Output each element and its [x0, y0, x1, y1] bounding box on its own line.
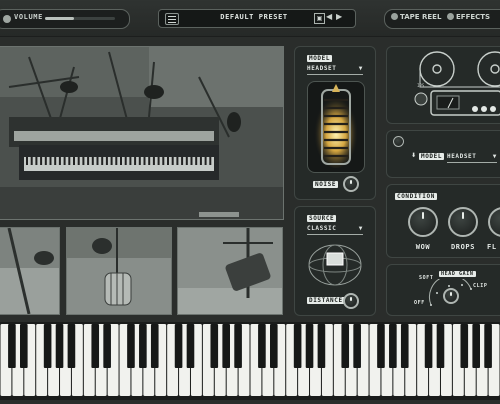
black-key[interactable] [341, 324, 350, 368]
microphone-display [307, 81, 365, 173]
black-key[interactable] [484, 324, 492, 368]
black-key[interactable] [8, 324, 16, 368]
tab-tape-reel[interactable]: TAPE REEL [391, 13, 441, 21]
black-key[interactable] [222, 324, 230, 368]
tape-machine-icon: IPS [414, 51, 500, 116]
black-key[interactable] [472, 324, 480, 368]
room-sphere-icon [308, 244, 362, 286]
black-key[interactable] [389, 324, 397, 368]
off-label: OFF [414, 300, 425, 306]
head-gain-knob[interactable] [443, 288, 459, 304]
source-dropdown[interactable]: CLASSIC ▼ [307, 225, 363, 235]
black-key[interactable] [55, 324, 64, 368]
gain-panel: SOFT HEAD GAIN CLIP OFF [386, 264, 500, 316]
tape-machine-panel: IPS [386, 46, 500, 124]
black-key[interactable] [139, 324, 147, 368]
piano-keyboard[interactable] [0, 322, 500, 400]
head-gain-label: HEAD GAIN [439, 271, 476, 277]
black-key[interactable] [424, 324, 433, 368]
wow-knob[interactable] [408, 207, 438, 237]
studio-video-main [0, 46, 284, 220]
model-dropdown-value: HEADSET [307, 65, 337, 72]
preset-name[interactable]: DEFAULT PRESET [199, 13, 309, 21]
black-key[interactable] [91, 324, 100, 368]
studio-video-thumb-2[interactable] [66, 227, 172, 315]
noise-knob[interactable] [343, 176, 359, 192]
flutter-label: FL [487, 243, 497, 251]
source-caption: SOURCE [307, 215, 337, 222]
save-icon[interactable]: ▣ [314, 13, 325, 24]
black-key[interactable] [400, 324, 409, 368]
menu-icon[interactable] [165, 13, 179, 25]
studio-video-thumb-1[interactable] [0, 227, 60, 315]
tape-model-panel: ⬇ MODEL HEADSET ▼ [386, 130, 500, 178]
black-key[interactable] [317, 324, 326, 368]
top-bar: VOLUME DEFAULT PRESET ▣ ◀ ▶ TAPE REEL EF… [0, 0, 500, 37]
condition-panel: CONDITION WOW DROPS FL [386, 184, 500, 258]
view-tabs: TAPE REEL EFFECTS [384, 9, 500, 29]
source-dropdown-value: CLASSIC [307, 225, 337, 232]
black-key[interactable] [234, 324, 242, 368]
black-key[interactable] [43, 324, 52, 368]
tab-tape-reel-label: TAPE REEL [400, 13, 442, 21]
black-key[interactable] [67, 324, 76, 368]
chevron-down-icon: ▼ [358, 225, 363, 232]
tape-reel-icon [391, 13, 398, 20]
black-key[interactable] [103, 324, 111, 368]
black-key[interactable] [460, 324, 469, 368]
svg-text:IPS: IPS [417, 83, 425, 88]
black-key[interactable] [377, 324, 385, 368]
black-key[interactable] [210, 324, 219, 368]
preset-selector[interactable]: DEFAULT PRESET ▣ ◀ ▶ [158, 9, 356, 28]
black-key[interactable] [174, 324, 183, 368]
black-key[interactable] [305, 324, 314, 368]
tape-model-dropdown-value: HEADSET [447, 153, 477, 160]
distance-label: DISTANCE [307, 297, 345, 304]
drops-label: DROPS [450, 243, 476, 251]
noise-label: NOISE [313, 181, 339, 188]
black-key[interactable] [127, 324, 135, 368]
source-panel: SOURCE CLASSIC ▼ DISTANCE [294, 206, 376, 316]
chevron-down-icon: ▼ [358, 65, 363, 72]
black-key[interactable] [258, 324, 266, 368]
volume-slider[interactable] [45, 17, 115, 20]
model-caption: MODEL [307, 55, 333, 62]
effects-icon [447, 13, 454, 20]
volume-control[interactable]: VOLUME [0, 9, 130, 29]
tab-effects[interactable]: EFFECTS [447, 13, 490, 21]
black-key[interactable] [293, 324, 302, 368]
microphone-panel: MODEL HEADSET ▼ NOISE [294, 46, 376, 200]
power-icon[interactable] [393, 136, 404, 147]
drops-knob[interactable] [448, 207, 478, 237]
black-key[interactable] [20, 324, 28, 368]
previous-preset-icon[interactable]: ◀ [326, 12, 332, 21]
distance-knob[interactable] [343, 293, 359, 309]
black-key[interactable] [436, 324, 445, 368]
volume-slider-fill [45, 17, 75, 20]
tape-model-down-icon[interactable]: ⬇ [411, 152, 416, 159]
condition-caption: CONDITION [395, 193, 437, 200]
model-dropdown[interactable]: HEADSET ▼ [307, 65, 363, 75]
studio-video-thumb-3[interactable] [177, 227, 283, 315]
tape-model-caption: MODEL [419, 153, 445, 160]
volume-label: VOLUME [14, 13, 43, 21]
tape-model-dropdown[interactable]: HEADSET ▼ [447, 153, 497, 163]
flutter-knob[interactable] [488, 207, 500, 237]
black-key[interactable] [353, 324, 361, 368]
chevron-down-icon: ▼ [492, 153, 497, 160]
next-preset-icon[interactable]: ▶ [336, 12, 342, 21]
wow-label: WOW [415, 243, 431, 251]
black-key[interactable] [270, 324, 278, 368]
tab-effects-label: EFFECTS [456, 13, 491, 21]
volume-icon [3, 15, 11, 23]
black-key[interactable] [186, 324, 195, 368]
black-key[interactable] [150, 324, 159, 368]
clip-label: CLIP [473, 283, 488, 289]
